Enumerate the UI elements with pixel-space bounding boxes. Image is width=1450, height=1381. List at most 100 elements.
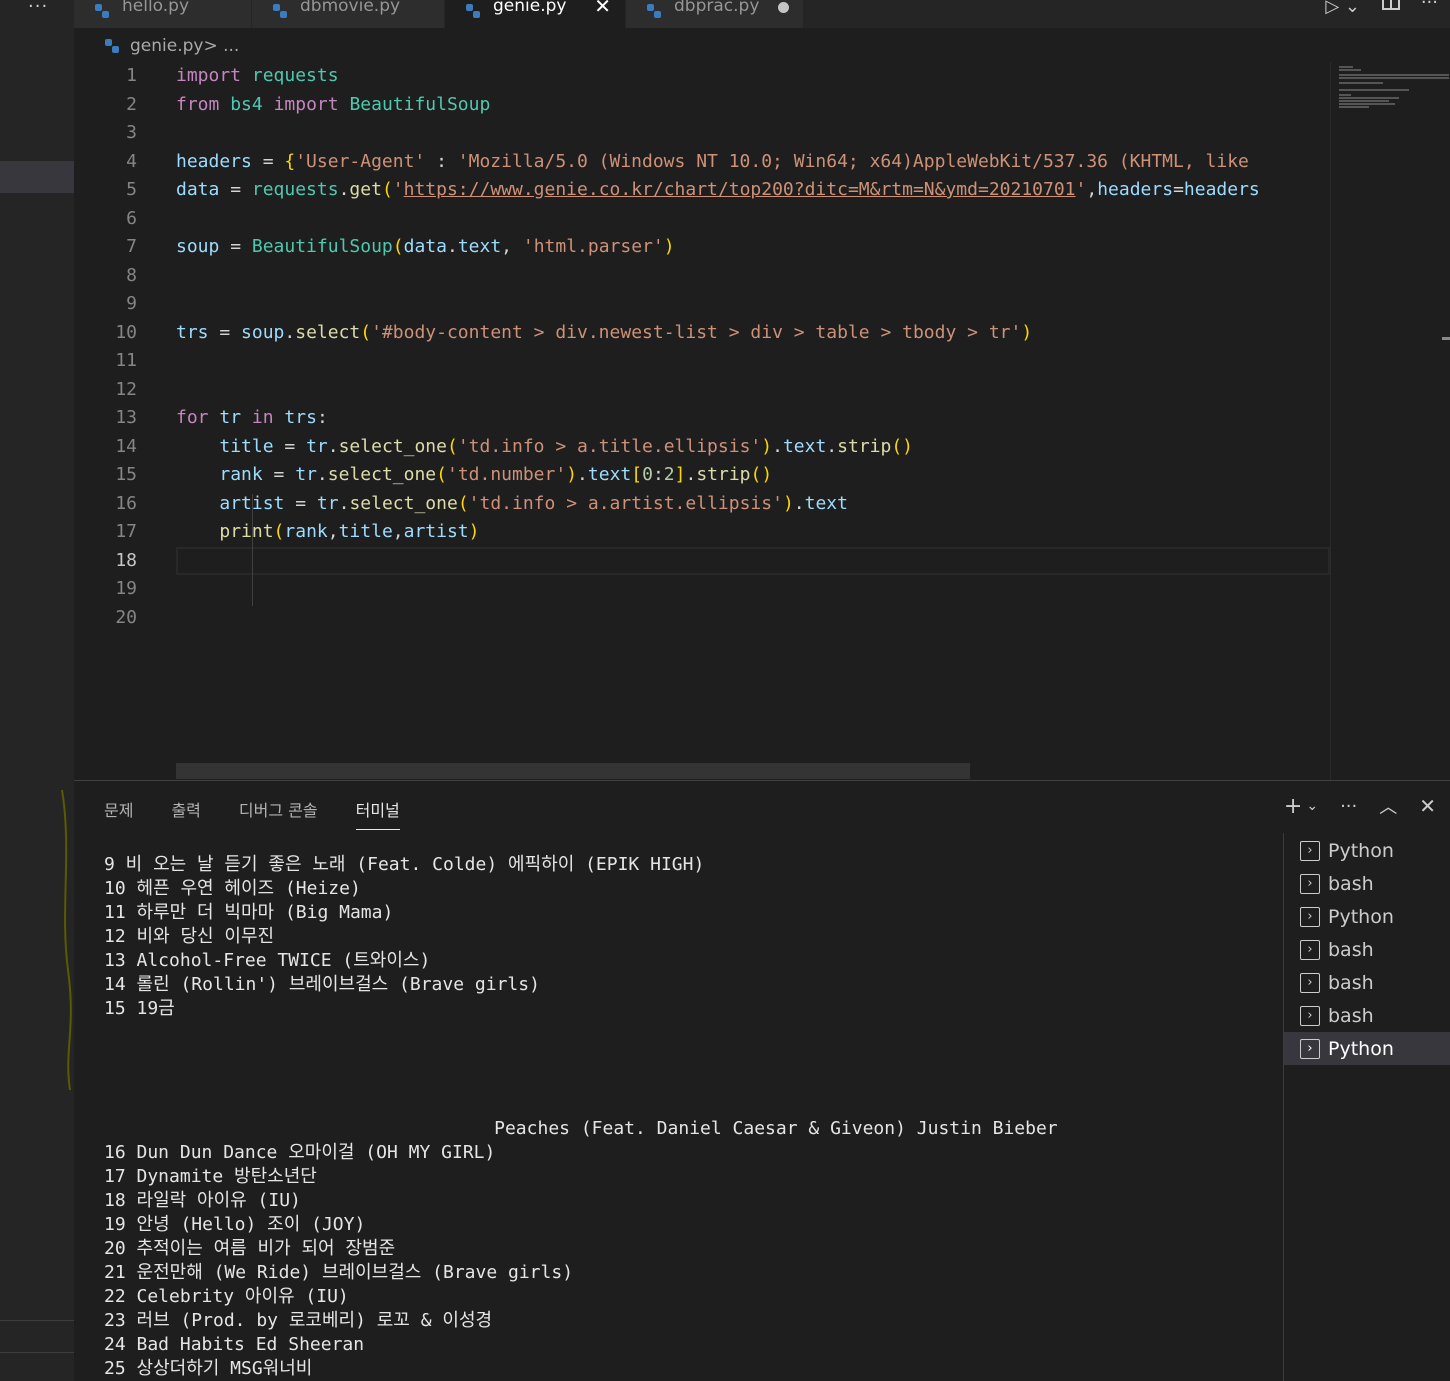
terminal-line: 10 헤픈 우연 헤이즈 (Heize) bbox=[104, 878, 361, 899]
code-editor[interactable]: 1 import requests 2 from bs4 import Beauti… bbox=[74, 62, 1330, 780]
line-number: 15 bbox=[115, 464, 137, 485]
bottom-panel: 문제 출력 디버그 콘솔 터미널 + ⌄ ··· ︿ ✕ 9 비 오는 날 듣기… bbox=[74, 780, 1450, 1381]
chevron-down-icon[interactable]: ⌄ bbox=[1306, 798, 1318, 814]
terminal-item-label: Python bbox=[1328, 1037, 1394, 1060]
terminal-line: 9 비 오는 날 듣기 좋은 노래 (Feat. Colde) 에픽하이 (EP… bbox=[104, 854, 705, 875]
tab-label: dbprac.py bbox=[674, 0, 760, 16]
breadcrumb-file[interactable]: genie.py bbox=[130, 36, 203, 56]
breadcrumb[interactable]: genie.py > ... bbox=[104, 34, 239, 58]
tab-debug-console[interactable]: 디버그 콘솔 bbox=[239, 797, 318, 830]
code-line[interactable]: print(rank,title,artist) bbox=[176, 518, 479, 547]
maximize-panel-icon[interactable]: ︿ bbox=[1379, 793, 1397, 819]
tab-output[interactable]: 출력 bbox=[171, 797, 200, 830]
line-number: 17 bbox=[115, 521, 137, 542]
terminal-item[interactable]: › Python bbox=[1284, 1032, 1450, 1065]
line-number: 12 bbox=[115, 378, 137, 400]
terminal-item[interactable]: › bash bbox=[1284, 867, 1450, 900]
tab-genie-py[interactable]: genie.py ✕ bbox=[445, 0, 626, 28]
run-python-icon[interactable]: ▷ ⌄ bbox=[1325, 0, 1360, 17]
line-number: 3 bbox=[126, 122, 137, 143]
line-number: 9 bbox=[126, 293, 137, 314]
line-number: 5 bbox=[126, 179, 137, 200]
scrollbar-thumb[interactable] bbox=[1442, 337, 1450, 340]
tab-problems[interactable]: 문제 bbox=[104, 797, 133, 830]
close-icon[interactable]: ✕ bbox=[594, 0, 611, 18]
terminal-line: 17 Dynamite 방탄소년단 bbox=[104, 1166, 317, 1187]
line-number: 8 bbox=[126, 264, 137, 286]
horizontal-scrollbar[interactable] bbox=[176, 763, 970, 779]
python-file-icon bbox=[466, 4, 480, 18]
terminal-line: 15 19금 bbox=[104, 998, 175, 1019]
terminal-line: 11 하루만 더 빅마마 (Big Mama) bbox=[104, 902, 394, 923]
terminal-line: 24 Bad Habits Ed Sheeran bbox=[104, 1334, 365, 1355]
tab-label: genie.py bbox=[493, 0, 567, 16]
code-line[interactable]: headers = {'User-Agent' : 'Mozilla/5.0 (… bbox=[176, 148, 1249, 177]
terminal-icon: › bbox=[1300, 1005, 1320, 1026]
terminal-line: 18 라일락 아이유 (IU) bbox=[104, 1190, 301, 1211]
terminal-line: 19 안녕 (Hello) 조이 (JOY) bbox=[104, 1214, 366, 1235]
terminal-item[interactable]: › bash bbox=[1284, 999, 1450, 1032]
terminal-item-label: bash bbox=[1328, 971, 1374, 994]
line-number: 7 bbox=[126, 236, 137, 257]
code-line[interactable]: trs = soup.select('#body-content > div.n… bbox=[176, 319, 1032, 348]
terminal-icon: › bbox=[1300, 840, 1320, 861]
divider bbox=[0, 1320, 74, 1321]
terminal-line: 16 Dun Dun Dance 오마이걸 (OH MY GIRL) bbox=[104, 1142, 496, 1163]
terminal-line: 25 상상더하기 MSG워너비 bbox=[104, 1358, 313, 1379]
tab-terminal[interactable]: 터미널 bbox=[355, 797, 400, 830]
line-number: 4 bbox=[126, 150, 137, 172]
terminal-line: Peaches (Feat. Daniel Caesar & Giveon) J… bbox=[104, 1118, 1058, 1139]
terminal-icon: › bbox=[1300, 972, 1320, 993]
new-terminal-icon[interactable]: + bbox=[1284, 794, 1302, 819]
activity-bar: ··· bbox=[0, 0, 74, 1381]
split-editor-icon[interactable] bbox=[1382, 0, 1400, 10]
tab-dbmovie-py[interactable]: dbmovie.py bbox=[252, 0, 445, 28]
python-file-icon bbox=[105, 39, 119, 53]
terminal-icon: › bbox=[1300, 939, 1320, 960]
panel-actions: + ⌄ ··· ︿ ✕ bbox=[1284, 793, 1436, 819]
tab-label: hello.py bbox=[122, 0, 190, 16]
terminal-item[interactable]: › bash bbox=[1284, 966, 1450, 999]
code-line[interactable]: for tr in trs: bbox=[176, 404, 328, 433]
terminal-icon: › bbox=[1300, 1038, 1320, 1059]
tab-label: dbmovie.py bbox=[300, 0, 401, 16]
code-line[interactable]: artist = tr.select_one('td.info > a.arti… bbox=[176, 490, 848, 519]
minimap[interactable] bbox=[1330, 62, 1450, 780]
terminal-item-label: bash bbox=[1328, 938, 1374, 961]
line-number: 11 bbox=[115, 350, 137, 371]
terminal-item-label: bash bbox=[1328, 872, 1374, 895]
terminal-list: › Python › bash › Python › bash › bash › bash … bbox=[1283, 833, 1450, 1381]
more-actions-icon[interactable]: ··· bbox=[1340, 796, 1357, 817]
unsaved-dot-icon[interactable] bbox=[778, 2, 789, 13]
line-number: 20 bbox=[115, 606, 137, 628]
panel-tabs: 문제 출력 디버그 콘솔 터미널 bbox=[104, 797, 438, 830]
terminal-item-label: Python bbox=[1328, 839, 1394, 862]
terminal-item[interactable]: › Python bbox=[1284, 900, 1450, 933]
close-panel-icon[interactable]: ✕ bbox=[1419, 794, 1436, 818]
code-line[interactable]: soup = BeautifulSoup(data.text, 'html.pa… bbox=[176, 233, 675, 262]
code-line[interactable]: import requests bbox=[176, 62, 339, 91]
breadcrumb-separator: > ... bbox=[203, 36, 240, 56]
divider bbox=[0, 1352, 74, 1353]
terminal-line: 22 Celebrity 아이유 (IU) bbox=[104, 1286, 349, 1307]
line-number: 16 bbox=[115, 492, 137, 514]
code-line[interactable]: data = requests.get('https://www.genie.c… bbox=[176, 176, 1260, 205]
tab-hello-py[interactable]: hello.py bbox=[74, 0, 252, 28]
code-line[interactable]: title = tr.select_one('td.info > a.title… bbox=[176, 433, 913, 462]
line-number: 1 bbox=[126, 65, 137, 86]
code-line[interactable]: from bs4 import BeautifulSoup bbox=[176, 91, 490, 120]
selected-explorer-row[interactable] bbox=[0, 161, 74, 193]
line-number: 14 bbox=[115, 435, 137, 457]
more-actions-icon[interactable]: ··· bbox=[28, 0, 48, 17]
line-number: 6 bbox=[126, 207, 137, 229]
terminal-line: 21 운전만해 (We Ride) 브레이브걸스 (Brave girls) bbox=[104, 1262, 574, 1283]
python-file-icon bbox=[273, 4, 287, 18]
code-line[interactable]: rank = tr.select_one('td.number').text[0… bbox=[176, 461, 772, 490]
decorative-line-icon bbox=[61, 790, 72, 1090]
terminal-item[interactable]: › Python bbox=[1284, 834, 1450, 867]
terminal-item-label: Python bbox=[1328, 905, 1394, 928]
more-actions-icon[interactable]: ··· bbox=[1421, 0, 1438, 13]
tab-dbprac-py[interactable]: dbprac.py bbox=[626, 0, 804, 28]
line-number: 2 bbox=[126, 93, 137, 115]
terminal-item[interactable]: › bash bbox=[1284, 933, 1450, 966]
